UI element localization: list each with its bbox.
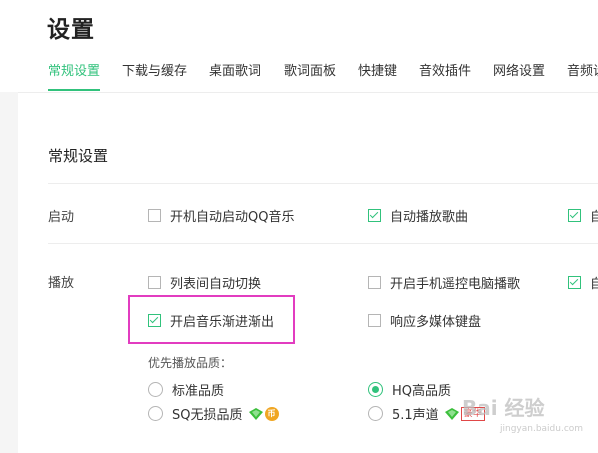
green-diamond-icon [248, 407, 263, 420]
radio-hq-quality[interactable]: HQ高品质 [368, 380, 451, 399]
startup-label: 启动 [48, 210, 75, 225]
tab-hotkeys[interactable]: 快捷键 [358, 60, 397, 91]
green-diamond-icon [444, 407, 459, 420]
sidebar-edge [0, 92, 18, 453]
option-startup-third[interactable]: 自 [568, 206, 598, 225]
option-label: 列表间自动切换 [170, 277, 262, 292]
radio-button[interactable] [148, 406, 163, 421]
option-label: 标准品质 [172, 384, 225, 399]
option-autostart[interactable]: 开机自动启动QQ音乐 [148, 206, 294, 225]
radio-button[interactable] [368, 382, 383, 397]
option-label: 响应多媒体键盘 [390, 315, 482, 330]
settings-tabs: 常规设置 下载与缓存 桌面歌词 歌词面板 快捷键 音效插件 网络设置 音频设 [0, 60, 598, 92]
tab-network[interactable]: 网络设置 [493, 60, 545, 91]
option-label: SQ无损品质 [172, 408, 243, 423]
watermark: Bai 经验 [462, 396, 545, 420]
page-title: 设置 [47, 17, 95, 43]
divider [48, 183, 598, 184]
tab-general[interactable]: 常规设置 [48, 60, 101, 91]
checkbox[interactable] [148, 209, 161, 222]
option-label: 自动播放歌曲 [390, 210, 469, 225]
radio-sq-quality[interactable]: SQ无损品质 币 [148, 404, 279, 423]
option-media-keys[interactable]: 响应多媒体键盘 [368, 311, 481, 330]
checkbox[interactable] [368, 209, 381, 222]
divider [48, 243, 598, 244]
tab-sound-plugins[interactable]: 音效插件 [419, 60, 471, 91]
checkbox[interactable] [568, 276, 581, 289]
option-label: 自 [590, 210, 598, 225]
quality-label: 优先播放品质： [148, 356, 233, 370]
option-label: 开机自动启动QQ音乐 [170, 210, 295, 225]
tab-download-cache[interactable]: 下载与缓存 [122, 60, 187, 91]
option-label: HQ高品质 [392, 384, 452, 399]
tab-audio[interactable]: 音频设 [567, 60, 598, 91]
checkbox[interactable] [368, 276, 381, 289]
gold-coin-icon: 币 [264, 406, 279, 421]
radio-button[interactable] [148, 382, 163, 397]
option-playback-third[interactable]: 自 [568, 273, 598, 292]
radio-button[interactable] [368, 406, 383, 421]
option-autoplay[interactable]: 自动播放歌曲 [368, 206, 468, 225]
option-label: 开启手机遥控电脑播歌 [390, 277, 521, 292]
playback-label: 播放 [48, 276, 75, 291]
tab-desktop-lyrics[interactable]: 桌面歌词 [209, 60, 261, 91]
checkbox[interactable] [148, 276, 161, 289]
checkbox[interactable] [368, 314, 381, 327]
highlight-box [128, 295, 295, 344]
section-title: 常规设置 [48, 147, 109, 165]
checkbox[interactable] [568, 209, 581, 222]
radio-standard-quality[interactable]: 标准品质 [148, 380, 224, 399]
settings-header: 设置 常规设置 下载与缓存 桌面歌词 歌词面板 快捷键 音效插件 网络设置 音频… [0, 0, 598, 93]
option-phone-remote[interactable]: 开启手机遥控电脑播歌 [368, 273, 520, 292]
option-list-auto-switch[interactable]: 列表间自动切换 [148, 273, 261, 292]
option-label: 自 [590, 277, 598, 292]
tab-lyrics-panel[interactable]: 歌词面板 [284, 60, 336, 91]
watermark-url: jingyan.baidu.com [500, 424, 584, 434]
option-label: 5.1声道 [392, 408, 439, 423]
